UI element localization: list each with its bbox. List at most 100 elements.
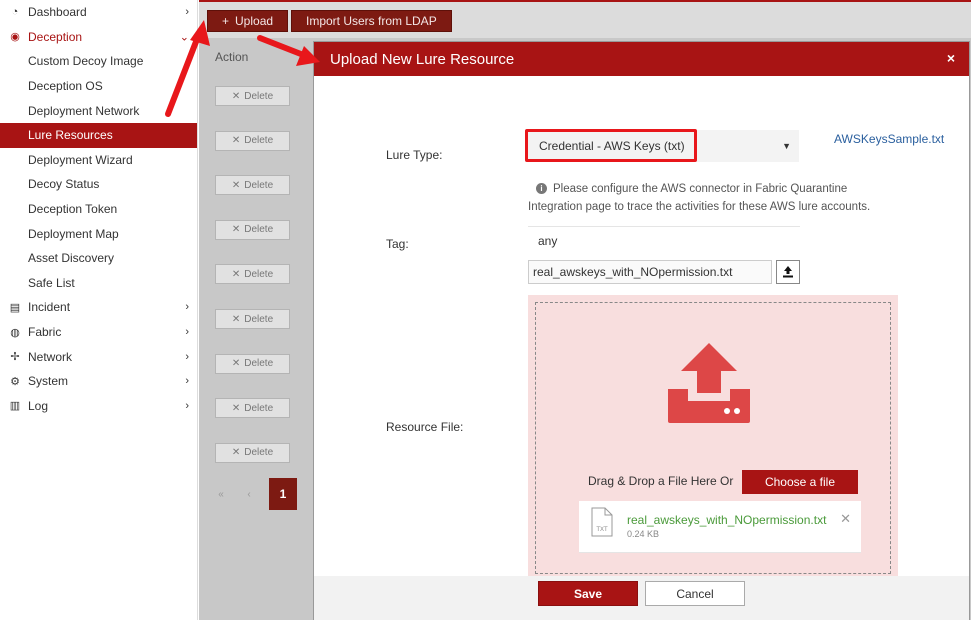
nav-label: System [28,374,69,389]
chevron-right-icon: › [185,399,189,412]
delete-button[interactable]: ✕ Delete [215,130,290,151]
close-icon: ✕ [231,224,241,236]
close-icon: ✕ [231,179,241,191]
aws-info-note: i Please configure the AWS connector in F… [528,180,888,216]
uploaded-file-card: TXT real_awskeys_with_NOpermission.txt 0… [579,501,861,553]
first-page-button[interactable]: « [207,478,235,510]
delete-button[interactable]: ✕ Delete [215,442,290,463]
tag-input[interactable]: any [528,226,800,254]
close-icon: ✕ [231,402,241,414]
remove-file-icon[interactable]: ✕ [840,511,851,527]
lure-type-label: Lure Type: [386,148,443,162]
delete-button[interactable]: ✕ Delete [215,219,290,240]
close-icon: ✕ [231,358,241,370]
file-type-text: TXT [596,527,608,533]
sidebar-item-deployment-wizard[interactable]: Deployment Wizard [0,148,197,173]
dropzone-border: Drag & Drop a File Here Or Choose a file… [535,302,891,574]
action-column-header: Action [215,50,249,64]
close-icon: ✕ [231,268,241,280]
nav-label: Dashboard [28,5,87,20]
cancel-button[interactable]: Cancel [645,581,745,606]
modal-header: Upload New Lure Resource × [314,42,969,76]
gear-icon: ⚙ [10,375,20,388]
nav-label: Log [28,398,49,413]
sidebar-item-custom-decoy-image[interactable]: Custom Decoy Image [0,49,197,74]
sample-file-link[interactable]: AWSKeysSample.txt [834,132,944,146]
nav-label: Incident [28,300,71,315]
nav-deception[interactable]: ◉ Deception ⌄ [0,25,197,50]
sidebar-item-deception-os[interactable]: Deception OS [0,74,197,99]
nav-fabric[interactable]: ◍ Fabric › [0,320,197,345]
chevron-down-icon: ⌄ [179,31,189,44]
info-icon: i [536,183,547,195]
close-icon: ✕ [231,135,241,147]
delete-button[interactable]: ✕ Delete [215,398,290,419]
tag-label: Tag: [386,237,409,251]
sidebar-item-lure-resources[interactable]: Lure Resources [0,122,197,148]
close-icon: ✕ [231,90,241,102]
chevron-right-icon: › [185,350,189,363]
save-button[interactable]: Save [538,581,638,606]
incident-icon: ▤ [9,301,21,314]
sidebar-item-deployment-map[interactable]: Deployment Map [0,221,197,246]
nav-system[interactable]: ⚙ System › [0,369,197,394]
nav-network[interactable]: ✢ Network › [0,344,197,369]
prev-page-button[interactable]: ‹ [235,478,263,510]
sidebar-item-decoy-status[interactable]: Decoy Status [0,172,197,197]
info-text: Please configure the AWS connector in Fa… [528,183,871,213]
upload-button[interactable]: + Upload [207,10,289,32]
sidebar-item-asset-discovery[interactable]: Asset Discovery [0,246,197,271]
nav-label: Deception [28,29,83,44]
nav-incident[interactable]: ▤ Incident › [0,295,197,320]
page-1-button[interactable]: 1 [269,478,297,510]
sidebar-item-safe-list[interactable]: Safe List [0,271,197,296]
nav-dashboard[interactable]: ◔ Dashboard › [0,0,197,25]
delete-label: Delete [244,358,274,370]
drag-drop-text: Drag & Drop a File Here Or [588,474,734,488]
deception-icon: ◉ [10,31,20,44]
upload-icon-button[interactable] [776,260,800,284]
delete-label: Delete [244,179,274,191]
delete-label: Delete [244,268,274,280]
delete-button[interactable]: ✕ Delete [215,309,290,329]
txt-file-icon: TXT [591,507,613,537]
caret-down-icon: ▼ [782,141,791,151]
sidebar-item-deception-token[interactable]: Deception Token [0,197,197,222]
file-name-field[interactable]: real_awskeys_with_NOpermission.txt [528,260,772,284]
uploaded-file-name: real_awskeys_with_NOpermission.txt [627,513,827,527]
delete-button[interactable]: ✕ Delete [215,264,290,285]
chevron-right-icon: › [185,301,189,314]
delete-button[interactable]: ✕ Delete [215,175,290,196]
nav-label: Network [28,349,73,364]
modal-body: Lure Type: Credential - AWS Keys (txt) ▼… [314,76,969,583]
annotation-highlight-box [525,129,697,162]
close-icon: ✕ [231,447,241,459]
sidebar-item-deployment-network[interactable]: Deployment Network [0,98,197,123]
resource-file-label: Resource File: [386,420,464,434]
close-icon[interactable]: × [947,50,955,66]
delete-label: Delete [244,313,274,325]
delete-label: Delete [244,224,274,236]
import-ldap-button[interactable]: Import Users from LDAP [291,10,452,32]
choose-file-button[interactable]: Choose a file [742,470,858,494]
delete-button[interactable]: ✕ Delete [215,353,290,374]
pagination: « ‹ 1 [207,478,297,510]
plus-icon: + [222,14,230,28]
chevron-right-icon: › [185,326,189,339]
upload-lure-modal: Upload New Lure Resource × Lure Type: Cr… [313,41,970,620]
nav-log[interactable]: ▥ Log › [0,394,197,419]
modal-footer: Save Cancel [314,576,969,620]
modal-title: Upload New Lure Resource [330,50,515,68]
fabric-icon: ◍ [10,326,20,339]
toolbar: + Upload Import Users from LDAP [199,0,971,38]
file-dropzone[interactable]: Drag & Drop a File Here Or Choose a file… [528,295,898,583]
dashboard-icon: ◔ [11,6,19,19]
delete-label: Delete [244,90,274,102]
chevron-right-icon: › [185,6,189,19]
upload-icon [783,266,793,278]
chevron-right-icon: › [185,375,189,388]
upload-button-label: Upload [235,14,274,28]
uploaded-file-size: 0.24 KB [627,529,660,539]
network-icon: ✢ [10,351,20,364]
delete-button[interactable]: ✕ Delete [215,86,290,106]
